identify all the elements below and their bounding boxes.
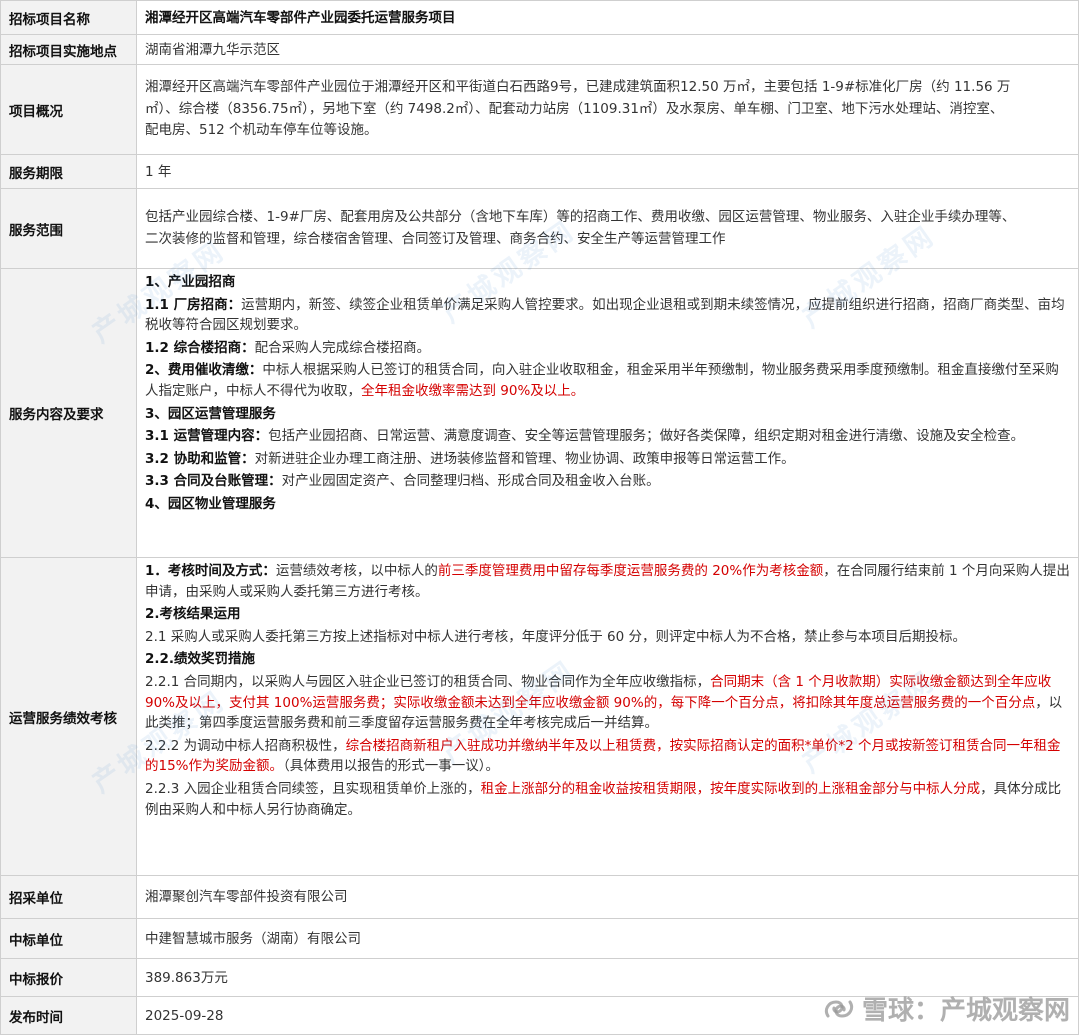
content-text: 对新进驻企业办理工商注册、进场装修监督和管理、物业协调、政策申报等日常运营工作。 [254,450,795,467]
overview-line: 湘潭经开区高端汽车零部件产业园位于湘潭经开区和平街道白石西路9号，已建成建筑面积… [145,78,1011,95]
label-assessment: 运营服务绩效考核 [0,557,137,876]
value-project-name: 湘潭经开区高端汽车零部件产业园委托运营服务项目 [136,0,1079,35]
value-winner: 中建智慧城市服务（湖南）有限公司 [136,918,1079,959]
assessment-text: 2.2.2 为调动中标人招商积极性， [145,737,346,754]
label-date: 发布时间 [0,996,137,1035]
row-overview: 项目概况 湘潭经开区高端汽车零部件产业园位于湘潭经开区和平街道白石西路9号，已建… [0,64,1079,155]
content-text: 中标人根据采购人已签订的租赁合同，向入驻企业收取租金，租金采用半年预缴制，物业服… [145,362,1059,399]
row-assessment: 运营服务绩效考核 1．考核时间及方式：运营绩效考核，以中标人的前三季度管理费用中… [0,557,1079,876]
content-text: 对产业园固定资产、合同整理归档、形成合同及租金收入台账。 [281,473,660,490]
content-heading: 3.2 协助和监管： [145,450,255,467]
overview-line: ㎡）、综合楼（8356.75㎡），另地下室（约 7498.2㎡）、配套动力站房（… [145,100,1004,117]
assessment-text: 运营绩效考核，以中标人的 [275,563,438,579]
bid-info-table: 招标项目名称 湘潭经开区高端汽车零部件产业园委托运营服务项目 招标项目实施地点 … [0,0,1079,1035]
label-content: 服务内容及要求 [0,268,137,558]
xueqiu-brand-text: 雪球：产城观察网 [861,996,1070,1026]
assessment-text: 2.2.3 入园企业租赁合同续签，且实现租赁单价上涨的， [145,780,481,797]
value-overview: 湘潭经开区高端汽车零部件产业园位于湘潭经开区和平街道白石西路9号，已建成建筑面积… [136,64,1079,155]
label-price: 中标报价 [0,958,137,997]
overview-line: 配电房、512 个机动车停车位等设施。 [145,122,378,139]
row-purchaser: 招采单位 湘潭聚创汽车零部件投资有限公司 [0,875,1079,919]
value-location: 湖南省湘潭九华示范区 [136,34,1079,65]
assessment-text: 2.1 采购人或采购人委托第三方按上述指标对中标人进行考核，年度评分低于 60 … [145,628,967,645]
content-heading: 1.1 厂房招商： [145,296,242,313]
assessment-heading: 1．考核时间及方式： [145,563,276,579]
assessment-highlight: 租金上涨部分的租金收益按租赁期限，按年度实际收到的上涨租金部分与中标人分成 [480,780,981,797]
label-location: 招标项目实施地点 [0,34,137,65]
assessment-text: （具体费用以报告的形式一事一议）。 [283,758,500,775]
content-heading: 4、园区物业管理服务 [145,495,276,512]
row-project-name: 招标项目名称 湘潭经开区高端汽车零部件产业园委托运营服务项目 [0,0,1079,35]
content-highlight: 全年租金收缴率需达到 90%及以上。 [361,382,585,399]
value-period: 1 年 [136,154,1079,189]
content-text: 配合采购人完成综合楼招商。 [254,339,431,356]
scope-line: 二次装修的监督和管理，综合楼宿舍管理、合同签订及管理、商务合约、安全生产等运营管… [145,230,726,247]
content-heading: 3、园区运营管理服务 [145,405,276,422]
value-assessment: 1．考核时间及方式：运营绩效考核，以中标人的前三季度管理费用中留存每季度运营服务… [136,557,1079,876]
row-scope: 服务范围 包括产业园综合楼、1-9#厂房、配套用房及公共部分（含地下车库）等的招… [0,188,1079,269]
row-period: 服务期限 1 年 [0,154,1079,189]
content-text: 包括产业园招商、日常运营、满意度调查、安全等运营管理服务；做好各类保障，组织定期… [268,428,1025,445]
row-winner: 中标单位 中建智慧城市服务（湖南）有限公司 [0,918,1079,959]
row-location: 招标项目实施地点 湖南省湘潭九华示范区 [0,34,1079,65]
xueqiu-logo-icon [822,994,856,1024]
label-project-name: 招标项目名称 [0,0,137,35]
value-purchaser: 湘潭聚创汽车零部件投资有限公司 [136,875,1079,919]
xueqiu-watermark: 雪球：产城观察网 [822,990,1070,1027]
label-period: 服务期限 [0,154,137,189]
label-purchaser: 招采单位 [0,875,137,919]
label-scope: 服务范围 [0,188,137,269]
content-heading: 1.2 综合楼招商： [145,339,255,356]
content-heading: 1、产业园招商 [145,274,236,290]
row-content: 服务内容及要求 1、产业园招商 1.1 厂房招商：运营期内，新签、续签企业租赁单… [0,268,1079,558]
assessment-heading: 2.考核结果运用 [145,606,241,623]
scope-line: 包括产业园综合楼、1-9#厂房、配套用房及公共部分（含地下车库）等的招商工作、费… [145,208,1016,225]
content-heading: 3.3 合同及台账管理： [145,473,282,490]
content-heading: 2、费用催收清缴： [145,362,263,379]
label-overview: 项目概况 [0,64,137,155]
assessment-heading: 2.2.绩效奖罚措施 [145,651,256,668]
value-scope: 包括产业园综合楼、1-9#厂房、配套用房及公共部分（含地下车库）等的招商工作、费… [136,188,1079,269]
label-winner: 中标单位 [0,918,137,959]
value-content: 1、产业园招商 1.1 厂房招商：运营期内，新签、续签企业租赁单价满足采购人管控… [136,268,1079,558]
content-heading: 3.1 运营管理内容： [145,428,269,445]
assessment-highlight: 前三季度管理费用中留存每季度运营服务费的 20%作为考核金额 [437,563,824,579]
assessment-text: 2.2.1 合同期内，以采购人与园区入驻企业已签订的租赁合同、物业合同作为全年应… [145,673,711,690]
content-text: 运营期内，新签、续签企业租赁单价满足采购人管控要求。如出现企业退租或到期未续签情… [145,296,1065,334]
